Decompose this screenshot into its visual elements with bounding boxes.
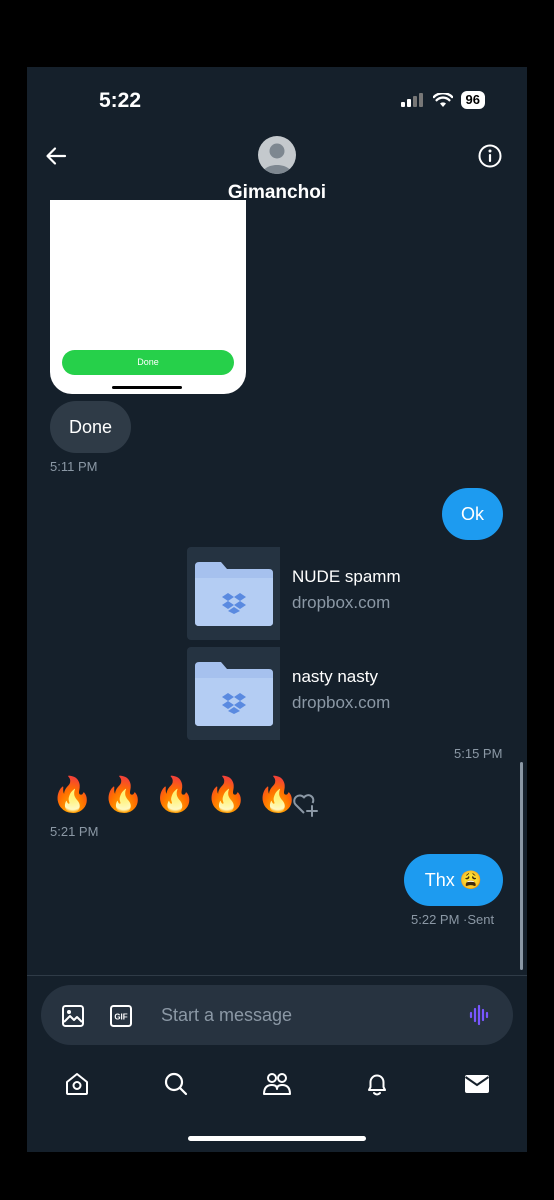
- conversation-name[interactable]: Gimanchoi: [27, 182, 527, 204]
- link-title: NUDE spamm: [292, 567, 401, 586]
- image-done-button: Done: [62, 350, 234, 375]
- emoji-message[interactable]: 🔥 🔥 🔥 🔥 🔥: [51, 775, 299, 815]
- voice-message-button[interactable]: [465, 1000, 495, 1030]
- tab-home[interactable]: [57, 1067, 97, 1101]
- tab-messages[interactable]: [457, 1067, 497, 1101]
- message-composer: GIF Start a message: [41, 985, 513, 1045]
- status-time: 5:22: [99, 89, 142, 112]
- heart-plus-icon: [293, 794, 318, 817]
- conversation-info-button[interactable]: [475, 141, 505, 171]
- link-title: nasty nasty: [292, 667, 378, 686]
- home-indicator: [188, 1136, 366, 1141]
- back-button[interactable]: [41, 141, 71, 171]
- sent-status: ·Sent: [463, 912, 495, 927]
- outgoing-message-bubble[interactable]: Ok: [442, 488, 503, 540]
- message-timestamp: 5:15 PM: [454, 746, 503, 761]
- add-gif-button[interactable]: GIF: [106, 1001, 136, 1031]
- dropbox-folder-icon: [194, 561, 273, 626]
- link-thumbnail: [187, 647, 280, 740]
- message-text: Done: [69, 416, 113, 437]
- message-input[interactable]: Start a message: [161, 1005, 292, 1026]
- message-timestamp: 5:22 PM: [411, 912, 460, 927]
- dropbox-folder-icon: [194, 661, 273, 726]
- composer-divider: [27, 975, 527, 976]
- messages-icon: [464, 1075, 490, 1093]
- link-thumbnail: [187, 547, 280, 640]
- fire-emoji: 🔥: [153, 776, 197, 814]
- image-home-indicator: [112, 386, 182, 389]
- message-text: Thx 😩: [424, 869, 483, 890]
- voice-icon: [469, 1004, 489, 1026]
- image-icon: [62, 1005, 84, 1027]
- link-text: NUDE spamm dropbox.com: [292, 547, 401, 640]
- avatar[interactable]: [258, 136, 296, 174]
- react-button[interactable]: [291, 790, 321, 820]
- notifications-icon: [368, 1074, 386, 1096]
- default-avatar-icon: [262, 143, 292, 174]
- add-photo-button[interactable]: [58, 1001, 88, 1031]
- communities-icon: [263, 1073, 291, 1095]
- back-arrow-icon: [46, 147, 67, 165]
- info-icon: [478, 144, 502, 168]
- message-timestamp: 5:21 PM: [50, 824, 99, 839]
- outgoing-message-bubble[interactable]: Thx 😩: [404, 854, 503, 906]
- tab-search[interactable]: [156, 1067, 196, 1101]
- fire-emoji: 🔥: [205, 776, 248, 814]
- message-text: Ok: [460, 503, 484, 524]
- incoming-message-bubble[interactable]: Done: [50, 401, 132, 453]
- shared-image[interactable]: Done: [50, 200, 246, 394]
- search-icon: [164, 1072, 188, 1096]
- gif-icon: GIF: [110, 1005, 132, 1027]
- message-timestamp: 5:11 PM: [50, 459, 98, 474]
- status-icons: 96: [400, 91, 485, 109]
- battery-indicator: 96: [460, 91, 485, 109]
- link-domain: dropbox.com: [292, 693, 391, 712]
- tab-communities[interactable]: [257, 1067, 297, 1101]
- link-preview-card[interactable]: nasty nasty dropbox.com: [187, 647, 507, 740]
- link-domain: dropbox.com: [292, 593, 391, 612]
- tab-notifications[interactable]: [357, 1067, 397, 1101]
- signal-icon: [400, 93, 423, 107]
- svg-text:GIF: GIF: [114, 1013, 127, 1022]
- dm-screen: Done 5:22 96 Gimanchoi Done 5:11 PM Ok N…: [27, 67, 527, 1152]
- message-meta: 5:22 PM ·Sent: [411, 912, 494, 927]
- fire-emoji: 🔥: [51, 776, 94, 814]
- link-text: nasty nasty dropbox.com: [292, 647, 390, 740]
- link-preview-card[interactable]: NUDE spamm dropbox.com: [187, 547, 507, 640]
- wifi-icon: [432, 92, 453, 107]
- scrollbar[interactable]: [520, 762, 523, 970]
- home-icon: [66, 1073, 88, 1095]
- fire-emoji: 🔥: [102, 776, 145, 814]
